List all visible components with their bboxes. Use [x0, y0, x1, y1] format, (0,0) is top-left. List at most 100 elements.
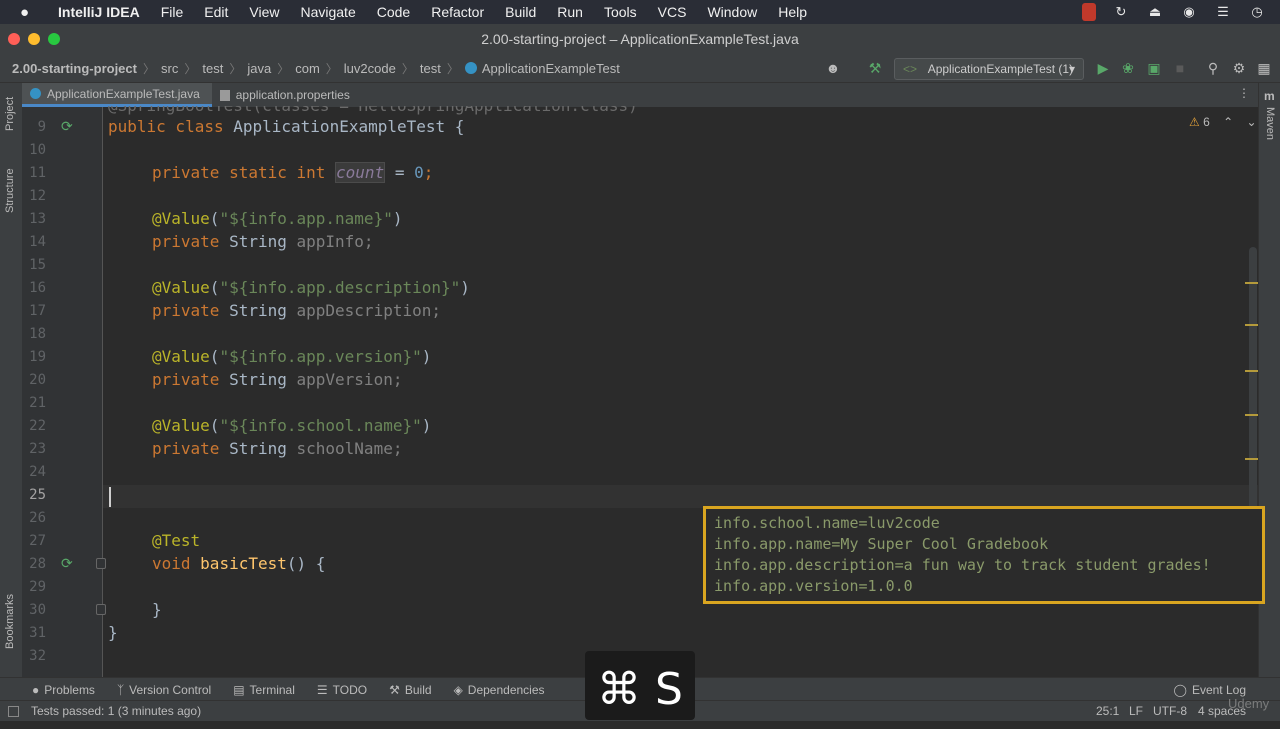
menu-window[interactable]: Window: [707, 4, 757, 20]
line-number: 17: [29, 303, 46, 319]
menu-build[interactable]: Build: [505, 4, 536, 20]
line-number: 28: [29, 556, 46, 572]
run-test-gutter-icon[interactable]: ⟳: [61, 118, 73, 135]
search-icon[interactable]: ⚲: [1204, 59, 1222, 77]
line-number: 9: [37, 119, 46, 135]
line-number: 13: [29, 211, 46, 227]
breadcrumb-luv2code[interactable]: luv2code: [344, 61, 396, 76]
breadcrumb-src[interactable]: src: [161, 61, 178, 76]
line-number: 24: [29, 464, 46, 480]
maven-tool-button[interactable]: Maven: [1264, 107, 1276, 140]
menu-vcs[interactable]: VCS: [658, 4, 687, 20]
tool-label: Build: [404, 682, 432, 697]
menu-help[interactable]: Help: [778, 4, 807, 20]
apple-menu-icon[interactable]: ●: [20, 4, 38, 21]
left-tool-strip: Project Structure Bookmarks: [0, 83, 23, 677]
menu-file[interactable]: File: [161, 4, 184, 20]
menu-edit[interactable]: Edit: [204, 4, 228, 20]
version-control-tool-button[interactable]: ᛉ Version Control: [117, 683, 211, 697]
bookmarks-tool-button[interactable]: Bookmarks: [4, 594, 16, 649]
line-number: 15: [29, 257, 46, 273]
menu-app[interactable]: IntelliJ IDEA: [58, 4, 140, 20]
time-machine-icon[interactable]: ↻: [1112, 3, 1130, 21]
line-number: 26: [29, 510, 46, 526]
code-line-19: @Value("${info.app.version}"): [152, 347, 431, 366]
code-line-16: @Value("${info.app.description}"): [152, 278, 470, 297]
menu-navigate[interactable]: Navigate: [300, 4, 355, 20]
problems-tool-button[interactable]: ● Problems: [32, 683, 95, 697]
line-number: 20: [29, 372, 46, 388]
stop-icon[interactable]: ■: [1171, 59, 1189, 77]
run-test-gutter-icon[interactable]: ⟳: [61, 555, 73, 572]
user-vcs-icon[interactable]: ☻: [824, 59, 842, 77]
status-toggle-icon[interactable]: [8, 706, 19, 717]
run-icon[interactable]: ▶: [1094, 59, 1112, 77]
breadcrumb-test[interactable]: test: [202, 61, 223, 76]
field-count: count: [335, 162, 386, 183]
gear-icon[interactable]: ⚙: [1230, 59, 1248, 77]
line-number: 16: [29, 280, 46, 296]
status-message[interactable]: Tests passed: 1 (3 minutes ago): [31, 701, 201, 721]
chevron-down-icon[interactable]: ⌄: [1247, 115, 1257, 129]
terminal-tool-button[interactable]: ▤ Terminal: [233, 683, 295, 697]
fold-icon[interactable]: [96, 604, 106, 615]
record-icon[interactable]: [1082, 3, 1096, 21]
breadcrumb-java[interactable]: java: [247, 61, 271, 76]
project-tool-button[interactable]: Project: [4, 97, 16, 131]
caret-position[interactable]: 25:1: [1096, 701, 1119, 721]
run-configuration-select[interactable]: <> ApplicationExampleTest (1) ▾: [894, 58, 1084, 80]
tab-application-properties[interactable]: application.properties: [212, 83, 362, 107]
field-name: appVersion;: [296, 370, 403, 389]
inspection-widget[interactable]: ⚠ 6 ⌃ ⌄: [1189, 115, 1257, 129]
code-line-11: private static int count = 0;: [152, 162, 433, 183]
properties-overlay: info.school.name=luv2code info.app.name=…: [703, 506, 1265, 604]
chevron-up-icon[interactable]: ⌃: [1223, 115, 1233, 129]
field-name: schoolName;: [296, 439, 403, 458]
line-number: 21: [29, 395, 46, 411]
breadcrumb-com[interactable]: com: [295, 61, 320, 76]
coverage-icon[interactable]: ▣: [1145, 59, 1163, 77]
menu-run[interactable]: Run: [557, 4, 583, 20]
tab-application-example-test[interactable]: ApplicationExampleTest.java: [22, 83, 212, 107]
string-literal: "${info.app.version}": [219, 347, 422, 366]
todo-tool-button[interactable]: ☰ TODO: [317, 683, 367, 697]
structure-tool-button[interactable]: Structure: [4, 168, 16, 213]
zoom-window-button[interactable]: [48, 33, 60, 45]
breadcrumb-project[interactable]: 2.00-starting-project: [12, 61, 137, 76]
eject-icon[interactable]: ⏏: [1146, 3, 1164, 21]
control-center-icon[interactable]: ☰: [1214, 3, 1232, 21]
breadcrumb-test-pkg[interactable]: test: [420, 61, 441, 76]
line-separator[interactable]: LF: [1129, 701, 1143, 721]
menu-refactor[interactable]: Refactor: [431, 4, 484, 20]
debug-icon[interactable]: ❀: [1119, 59, 1137, 77]
editor-scrollbar[interactable]: [1249, 247, 1257, 512]
current-line-highlight: [103, 485, 1258, 508]
warning-count: 6: [1203, 115, 1210, 129]
line-number: 12: [29, 188, 46, 204]
build-hammer-icon[interactable]: ⚒: [866, 59, 884, 77]
menu-view[interactable]: View: [249, 4, 279, 20]
menu-code[interactable]: Code: [377, 4, 410, 20]
editor-tabs: ApplicationExampleTest.java application.…: [22, 83, 1258, 107]
line-number: 19: [29, 349, 46, 365]
clock-icon[interactable]: ◷: [1248, 3, 1266, 21]
user-icon[interactable]: ◉: [1180, 3, 1198, 21]
plugin-icon[interactable]: ▦: [1255, 59, 1273, 77]
chevron-right-icon: 〉: [277, 61, 290, 76]
chevron-right-icon: 〉: [229, 61, 242, 76]
property-line: info.app.version=1.0.0: [714, 577, 913, 595]
line-number: 14: [29, 234, 46, 250]
code-line-13: @Value("${info.app.name}"): [152, 209, 402, 228]
breadcrumb-file[interactable]: ApplicationExampleTest: [482, 61, 620, 76]
dependencies-tool-button[interactable]: ◈ Dependencies: [454, 683, 545, 697]
file-encoding[interactable]: UTF-8: [1153, 701, 1187, 721]
build-tool-button[interactable]: ⚒ Build: [389, 683, 431, 697]
close-window-button[interactable]: [8, 33, 20, 45]
minimize-window-button[interactable]: [28, 33, 40, 45]
menu-tools[interactable]: Tools: [604, 4, 637, 20]
tab-options-icon[interactable]: ⋮: [1238, 86, 1250, 100]
fold-icon[interactable]: [96, 558, 106, 569]
line-number: 27: [29, 533, 46, 549]
scroll-mark: [1245, 324, 1258, 326]
udemy-watermark: Udemy: [1228, 696, 1270, 711]
